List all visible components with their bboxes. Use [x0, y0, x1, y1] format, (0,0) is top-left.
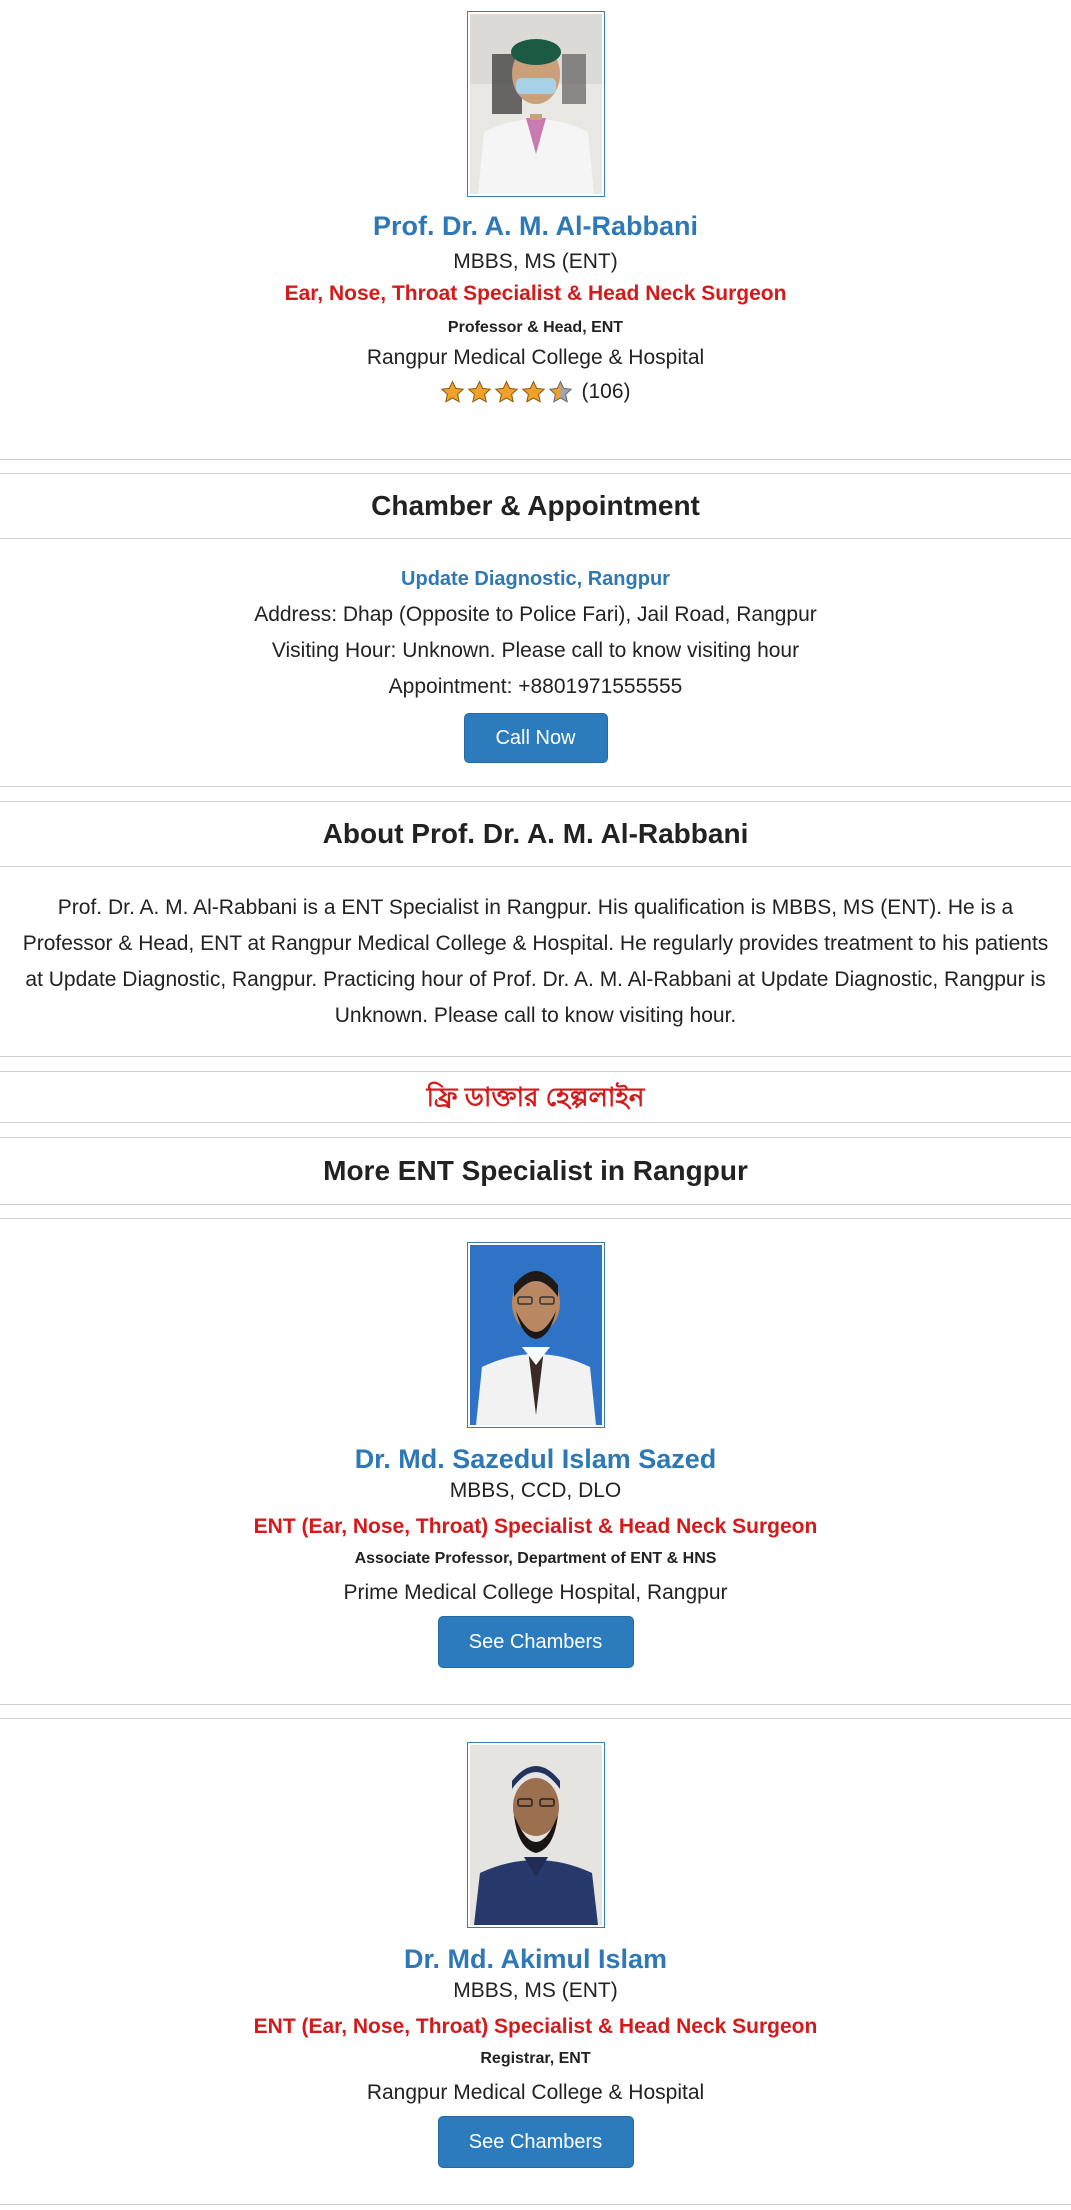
- chamber-name[interactable]: Update Diagnostic, Rangpur: [0, 561, 1071, 597]
- rating-count: (106): [581, 380, 631, 403]
- doctor-card-photo: [469, 1745, 602, 1925]
- doctor-photo-frame: [466, 11, 605, 197]
- about-text: Prof. Dr. A. M. Al-Rabbani is a ENT Spec…: [22, 896, 1049, 1027]
- doctor-card-photo-frame: [466, 1742, 605, 1928]
- doctor-card-photo: [469, 1245, 602, 1425]
- chamber-address: Address: Dhap (Opposite to Police Fari),…: [254, 603, 817, 626]
- doctor-card-specialty: ENT (Ear, Nose, Throat) Specialist & Hea…: [253, 1515, 818, 1538]
- doctor-position: Professor & Head, ENT: [447, 319, 624, 336]
- doctor-card-photo-frame: [466, 1242, 605, 1428]
- divider: [0, 1704, 1071, 1705]
- divider: [0, 786, 1071, 787]
- star-icon: [522, 379, 546, 403]
- divider: [0, 866, 1071, 867]
- doctor-card-degree: MBBS, CCD, DLO: [449, 1479, 622, 1502]
- doctor-card-institute: Rangpur Medical College & Hospital: [366, 2081, 705, 2104]
- doctor-institute: Rangpur Medical College & Hospital: [366, 346, 705, 369]
- doctor-name[interactable]: Prof. Dr. A. M. Al-Rabbani: [0, 209, 1071, 243]
- chamber-info: Update Diagnostic, Rangpur Address: Dhap…: [0, 561, 1071, 763]
- see-chambers-button[interactable]: See Chambers: [437, 1616, 634, 1668]
- rating-stars: [440, 379, 573, 405]
- doctor-card: Dr. Md. Akimul Islam MBBS, MS (ENT) ENT …: [0, 1742, 1071, 2168]
- divider: [0, 1056, 1071, 1057]
- half-star-icon: [549, 379, 573, 403]
- doctor-card-name[interactable]: Dr. Md. Akimul Islam: [0, 1942, 1071, 1976]
- doctor-card-institute: Prime Medical College Hospital, Rangpur: [343, 1581, 728, 1604]
- more-specialists-heading: More ENT Specialist in Rangpur: [323, 1155, 748, 1186]
- divider: [0, 459, 1071, 460]
- divider: [0, 1218, 1071, 1219]
- rating: (106): [0, 377, 1071, 407]
- doctor-card-specialty: ENT (Ear, Nose, Throat) Specialist & Hea…: [253, 2015, 818, 2038]
- divider: [0, 1122, 1071, 1123]
- doctor-card-position: Registrar, ENT: [480, 2050, 591, 2067]
- call-now-button[interactable]: Call Now: [463, 713, 608, 763]
- divider: [0, 1204, 1071, 1205]
- doctor-profile: Prof. Dr. A. M. Al-Rabbani MBBS, MS (ENT…: [0, 11, 1071, 407]
- free-doctor-helpline-link[interactable]: ফ্রি ডাক্তার হেল্পলাইন: [0, 1072, 1071, 1122]
- chamber-visiting-hour: Visiting Hour: Unknown. Please call to k…: [271, 639, 800, 662]
- divider: [0, 1718, 1071, 1719]
- doctor-photo: [469, 14, 602, 194]
- divider: [0, 2204, 1071, 2205]
- chamber-appointment: Appointment: +8801971555555: [388, 675, 683, 698]
- doctor-card-name[interactable]: Dr. Md. Sazedul Islam Sazed: [0, 1442, 1071, 1476]
- about-heading: About Prof. Dr. A. M. Al-Rabbani: [322, 818, 749, 849]
- doctor-specialty: Ear, Nose, Throat Specialist & Head Neck…: [284, 282, 787, 305]
- star-icon: [468, 379, 492, 403]
- star-icon: [441, 379, 465, 403]
- doctor-card-degree: MBBS, MS (ENT): [453, 1979, 618, 2002]
- star-icon: [495, 379, 519, 403]
- doctor-degree: MBBS, MS (ENT): [453, 250, 618, 273]
- doctor-card: Dr. Md. Sazedul Islam Sazed MBBS, CCD, D…: [0, 1242, 1071, 1668]
- see-chambers-button[interactable]: See Chambers: [437, 2116, 634, 2168]
- chamber-heading: Chamber & Appointment: [371, 490, 700, 521]
- doctor-card-position: Associate Professor, Department of ENT &…: [354, 1550, 717, 1567]
- divider: [0, 538, 1071, 539]
